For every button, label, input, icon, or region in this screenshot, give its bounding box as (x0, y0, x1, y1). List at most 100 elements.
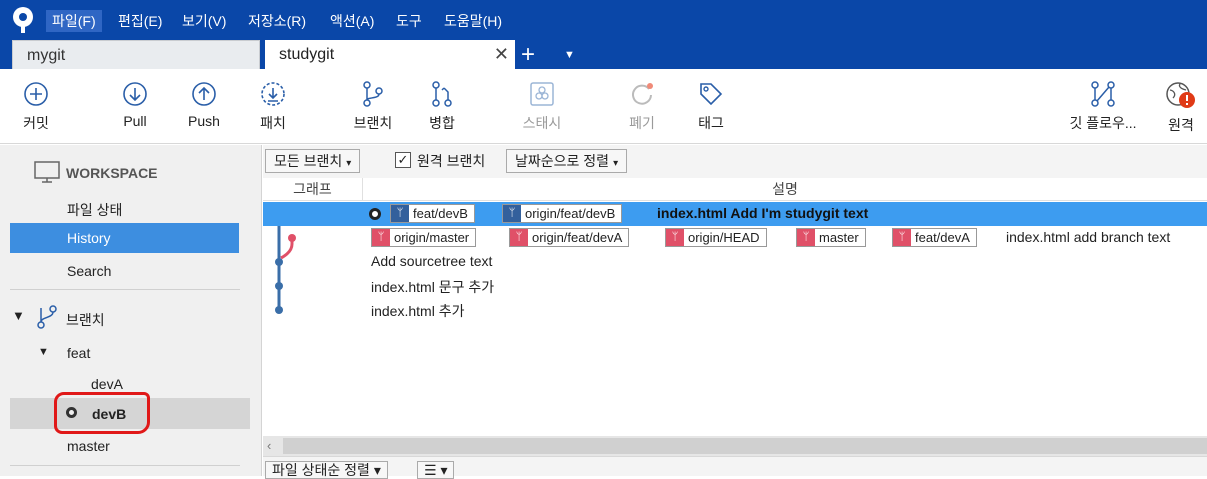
branch-tag: ᛘ feat/devB (390, 204, 475, 223)
list-view-dropdown[interactable]: ☰ ▾ (417, 461, 455, 479)
sidebar-branch-devA[interactable]: devA (91, 376, 123, 392)
tag-icon (700, 83, 723, 106)
column-header: 그래프 설명 (263, 178, 1207, 201)
chevron-down-icon[interactable]: ▼ (38, 346, 49, 358)
remote-button[interactable]: 원격 (1146, 81, 1207, 135)
sidebar-branches-heading[interactable]: 브랜치 (66, 310, 105, 330)
branch-icon (363, 81, 383, 107)
column-graph[interactable]: 그래프 (263, 178, 363, 201)
remote-globe-icon (1166, 82, 1195, 108)
file-sort-dropdown[interactable]: 파일 상태순 정렬 ▾ (265, 461, 388, 479)
scroll-left-icon[interactable]: ‹ (267, 438, 271, 453)
sidebar-item-search[interactable]: Search (67, 263, 111, 279)
history-panel: 모든 브랜치 ▾ ✓ 원격 브랜치 날짜순으로 정렬 ▾ 그래프 설명 ᛘ feat/… (263, 145, 1207, 479)
sidebar-folder-feat[interactable]: feat (67, 345, 90, 361)
gitflow-label: 깃 플로우... (1069, 115, 1137, 131)
tab-label: mygit (27, 47, 66, 64)
tag-label: master (819, 230, 859, 245)
stash-label: 스태시 (522, 115, 562, 131)
toolbar: 커밋 Pull Push 패치 브랜치 병합 스태시 폐기 태그 깃 플로우..… (0, 69, 1207, 144)
sidebar-divider (10, 465, 240, 466)
pull-icon (123, 82, 147, 106)
commit-message: index.html Add I'm studygit text (657, 205, 869, 221)
menu-actions[interactable]: 액션(A) (324, 10, 380, 32)
branch-icon: ᛘ (510, 229, 528, 246)
branch-tag: ᛘ origin/feat/devB (502, 204, 623, 223)
sort-dropdown[interactable]: 날짜순으로 정렬 ▾ (506, 149, 628, 173)
menu-file[interactable]: 파일(F) (46, 10, 102, 32)
chevron-down-icon: ▾ (346, 158, 352, 169)
filter-bar: 모든 브랜치 ▾ ✓ 원격 브랜치 날짜순으로 정렬 ▾ (263, 145, 1207, 178)
remote-branches-checkbox[interactable]: ✓ (395, 152, 411, 168)
gitflow-button[interactable]: 깃 플로우... (1068, 81, 1138, 133)
menu-help[interactable]: 도움말(H) (438, 10, 508, 32)
commit-row[interactable]: index.html 추가 (263, 298, 1207, 322)
menu-repository[interactable]: 저장소(R) (242, 10, 312, 32)
dropdown-label: 날짜순으로 정렬 (515, 153, 610, 169)
scrollbar-thumb[interactable] (283, 438, 1207, 454)
branch-icon (37, 305, 57, 329)
gitflow-icon (1091, 81, 1115, 107)
branch-tag: ᛘ origin/HEAD (665, 228, 767, 247)
close-icon[interactable]: ✕ (494, 40, 509, 69)
column-description[interactable]: 설명 (363, 178, 1207, 200)
tag-button[interactable]: 태그 (676, 81, 746, 133)
sidebar-item-label: History (67, 230, 111, 246)
commit-message: index.html add branch text (1006, 229, 1171, 245)
commit-row[interactable]: index.html 문구 추가 (263, 274, 1207, 298)
merge-label: 병합 (429, 115, 455, 131)
horizontal-scrollbar[interactable]: ‹ (263, 436, 1207, 456)
tab-bar: mygit studygit ✕ + ▼ (0, 40, 1207, 69)
sidebar-item-file-status[interactable]: 파일 상태 (67, 200, 122, 220)
push-button[interactable]: Push (169, 81, 239, 129)
menu-bar: 파일(F) 편집(E) 보기(V) 저장소(R) 액션(A) 도구 도움말(H) (0, 0, 1207, 40)
chevron-down-icon: ▾ (613, 158, 619, 169)
tab-studygit[interactable]: studygit ✕ (265, 40, 515, 69)
menu-tools[interactable]: 도구 (390, 10, 428, 32)
sidebar-branch-master[interactable]: master (67, 438, 110, 454)
branch-icon: ᛘ (503, 205, 521, 222)
tag-label: origin/feat/devB (525, 206, 616, 221)
branch-icon: ᛘ (391, 205, 409, 222)
all-branches-dropdown[interactable]: 모든 브랜치 ▾ (265, 149, 361, 173)
branch-icon: ᛘ (372, 229, 390, 246)
patch-icon (261, 82, 285, 106)
branch-button[interactable]: 브랜치 (338, 81, 408, 133)
commit-row[interactable]: ᛘ origin/master ᛘ origin/feat/devA ᛘ origin… (263, 226, 1207, 250)
branch-icon: ᛘ (797, 229, 815, 246)
sidebar-divider (10, 289, 240, 290)
remote-branches-label: 원격 브랜치 (417, 153, 486, 169)
sourcetree-logo-icon (13, 7, 33, 33)
commit-row[interactable]: ᛘ feat/devB ᛘ origin/feat/devB index.html … (263, 202, 1207, 226)
chevron-down-icon[interactable]: ▼ (12, 308, 25, 323)
branch-tag: ᛘ origin/feat/devA (509, 228, 630, 247)
tab-mygit[interactable]: mygit (12, 40, 260, 69)
commit-row[interactable]: Add sourcetree text (263, 250, 1207, 274)
menu-edit[interactable]: 편집(E) (112, 10, 168, 32)
merge-icon (432, 81, 452, 107)
commit-button[interactable]: 커밋 (1, 81, 71, 133)
pull-button[interactable]: Pull (100, 81, 170, 129)
stash-icon (530, 82, 554, 106)
sidebar-item-history[interactable]: History (10, 223, 239, 253)
merge-button[interactable]: 병합 (407, 81, 477, 133)
discard-button[interactable]: 폐기 (607, 81, 677, 133)
tag-label: origin/master (394, 230, 470, 245)
chevron-down-icon[interactable]: ▼ (564, 40, 575, 71)
sidebar: WORKSPACE 파일 상태 History Search ▼ 브랜치 ▼ f… (0, 145, 262, 476)
pull-label: Pull (123, 113, 147, 129)
remote-label: 원격 (1168, 117, 1194, 133)
push-label: Push (188, 113, 220, 129)
tag-label: feat/devB (413, 206, 468, 221)
patch-button[interactable]: 패치 (238, 81, 308, 133)
menu-view[interactable]: 보기(V) (176, 10, 232, 32)
branch-label: 브랜치 (353, 115, 393, 131)
tag-label: origin/feat/devA (532, 230, 623, 245)
stash-button[interactable]: 스태시 (507, 81, 577, 133)
add-tab-icon[interactable]: + (521, 40, 535, 69)
annotation-highlight-circle (54, 392, 150, 434)
discard-icon (632, 83, 653, 105)
file-status-bar: 파일 상태순 정렬 ▾ ☰ ▾ (263, 456, 1207, 479)
patch-label: 패치 (260, 115, 286, 131)
commit-icon (24, 82, 48, 106)
